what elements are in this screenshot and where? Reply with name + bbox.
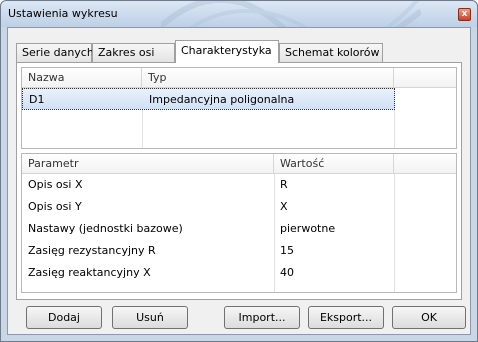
button-bar: Dodaj Usuń Import... Eksport... OK [8,306,470,332]
import-button[interactable]: Import... [224,306,300,329]
parameter-value[interactable]: 40 [274,262,394,284]
tab-characteristic[interactable]: Charakterystyka [175,40,279,63]
parameter-name: Zasięg rezystancyjny R [28,244,156,257]
parameter-name: Zasięg reaktancyjny X [28,266,151,279]
window-title: Ustawienia wykresu [8,7,118,20]
ok-button[interactable]: OK [392,306,466,329]
table-row[interactable]: Nastawy (jednostki bazowe) pierwotne [22,218,456,240]
column-type-header[interactable]: Typ [142,68,394,88]
dialog-client-area: Serie danych Zakres osi Charakterystyka … [7,27,471,335]
parameter-value[interactable]: X [274,196,394,218]
tab-color-scheme[interactable]: Schemat kolorów [279,43,383,62]
parameters-header: Parametr Wartość [22,154,456,174]
parameter-value[interactable]: pierwotne [274,218,394,240]
parameter-name: Opis osi Y [28,200,82,213]
table-row[interactable]: Opis osi Y X [22,196,456,218]
column-name-header[interactable]: Nazwa [22,68,142,88]
parameter-value[interactable]: R [274,174,394,196]
parameter-value[interactable]: 15 [274,240,394,262]
close-icon[interactable]: x [458,8,471,21]
tab-data-series[interactable]: Serie danych [16,43,94,62]
parameter-name: Nastawy (jednostki bazowe) [28,222,183,235]
row-name: D1 [29,93,45,106]
table-row[interactable]: Opis osi X R [22,174,456,196]
column-value-header[interactable]: Wartość [274,154,394,174]
characteristics-table: Nazwa Typ D1 Impedancyjna poligonalna [21,67,457,149]
table-row[interactable]: Zasięg reaktancyjny X 40 [22,262,456,284]
tab-axis-range[interactable]: Zakres osi [92,43,175,62]
row-type: Impedancyjna poligonalna [149,93,295,106]
title-bar[interactable]: Ustawienia wykresu x [1,1,477,27]
table-row[interactable]: Zasięg rezystancyjny R 15 [22,240,456,262]
parameters-table: Parametr Wartość Opis osi X R Opis osi Y… [21,153,457,293]
remove-button[interactable]: Usuń [112,306,188,329]
characteristic-panel: Nazwa Typ D1 Impedancyjna poligonalna Pa… [16,62,462,300]
title-wave-decoration [161,1,421,27]
column-parameter-header[interactable]: Parametr [22,154,274,174]
parameter-name: Opis osi X [28,178,83,191]
chart-settings-dialog: Ustawienia wykresu x Serie danych Zakres… [0,0,478,342]
export-button[interactable]: Eksport... [308,306,384,329]
characteristics-header: Nazwa Typ [22,68,456,88]
add-button[interactable]: Dodaj [26,306,102,329]
table-row[interactable]: D1 Impedancyjna poligonalna [22,88,395,110]
